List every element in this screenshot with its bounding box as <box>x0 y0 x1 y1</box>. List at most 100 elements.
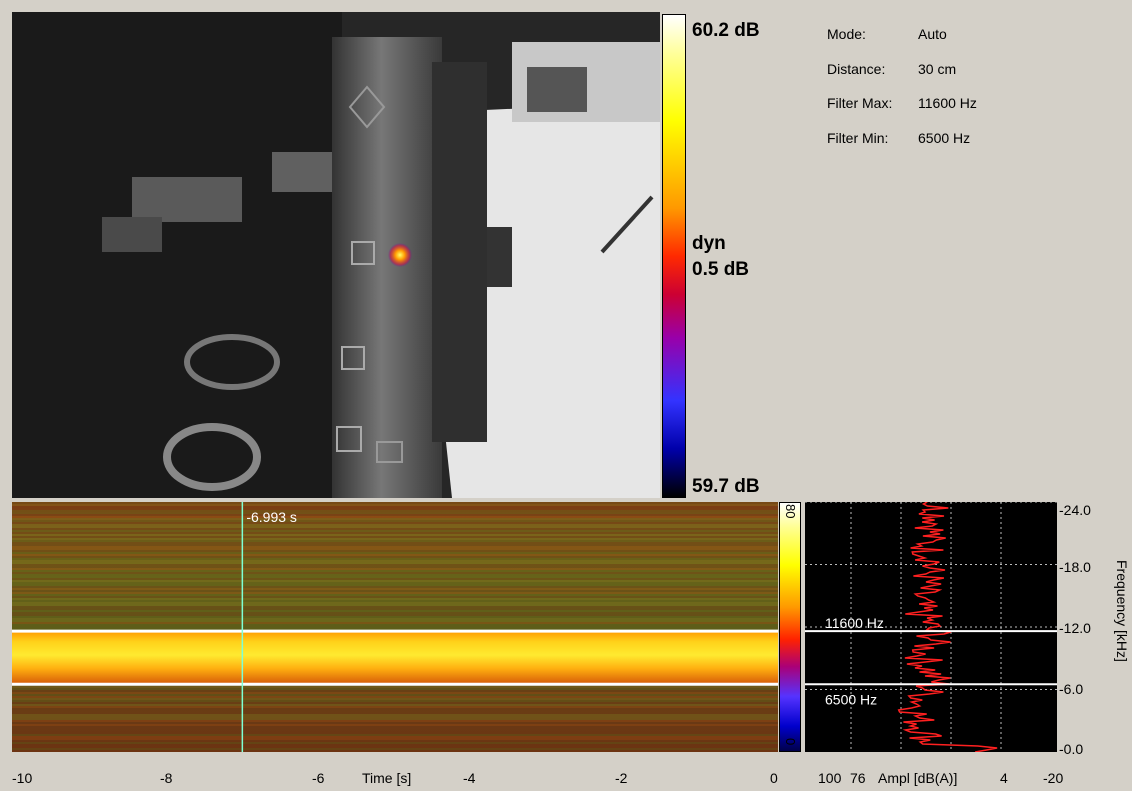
spectrogram-stripe <box>12 600 778 602</box>
spectrogram-stripe <box>12 710 778 712</box>
spectrogram-stripe <box>12 504 778 506</box>
spectrogram-stripe <box>12 614 778 616</box>
spectrogram-stripe <box>12 518 778 520</box>
spectrogram-stripe <box>12 734 778 736</box>
spectrogram-stripe <box>12 714 778 716</box>
spectrum-filter-min-label: 6500 Hz <box>825 691 877 707</box>
spectrogram-stripe <box>12 696 778 698</box>
spectrum-filter-max-label: 11600 Hz <box>825 615 884 631</box>
time-tick: 0 <box>770 770 778 786</box>
spectrogram-stripe <box>12 566 778 568</box>
spectrogram-stripe <box>12 510 778 512</box>
spectrogram-stripe <box>12 702 778 704</box>
spectrogram-stripe <box>12 526 778 528</box>
spectrogram-stripe <box>12 574 778 576</box>
spectrogram-stripe <box>12 708 778 710</box>
spectrogram-stripe <box>12 728 778 730</box>
spectrogram-stripe <box>12 530 778 532</box>
time-tick: -2 <box>615 770 628 786</box>
info-distance-value: 30 cm <box>918 61 957 77</box>
spectrogram-stripe <box>12 584 778 586</box>
spectrogram-stripe <box>12 620 778 622</box>
spectrogram-stripe <box>12 694 778 696</box>
spectrogram-stripe <box>12 594 778 596</box>
spectrogram-stripe <box>12 604 778 606</box>
spectrogram-stripe <box>12 534 778 536</box>
time-axis-label: Time [s] <box>362 770 412 786</box>
spectrogram-stripe <box>12 580 778 582</box>
spectrogram-stripe <box>12 562 778 564</box>
info-filter-min-value: 6500 Hz <box>918 130 971 146</box>
spectrogram-stripe <box>12 550 778 552</box>
spectrogram-stripe <box>12 540 778 542</box>
spectrogram-stripe <box>12 692 778 694</box>
spectrogram-stripe <box>12 598 778 600</box>
spectrogram-stripe <box>12 522 778 524</box>
info-filter-max-value: 11600 Hz <box>918 95 977 111</box>
spectrogram-stripe <box>12 602 778 604</box>
ampl-tick: -20 <box>1043 770 1064 786</box>
spectrogram-stripe <box>12 722 778 724</box>
spectrogram-stripe <box>12 578 778 580</box>
spectrogram-stripe <box>12 596 778 598</box>
spectrogram-stripe <box>12 704 778 706</box>
spectrogram-stripe <box>12 546 778 548</box>
spectrogram-stripe <box>12 568 778 570</box>
colorbar-min-label: 59.7 dB <box>692 476 760 497</box>
spectrogram-stripe <box>12 572 778 574</box>
freq-tick: -6.0 <box>1059 681 1084 697</box>
freq-tick: -24.0 <box>1059 502 1091 518</box>
spectrum-plot[interactable]: 11600 Hz 6500 Hz <box>805 502 1057 752</box>
info-filter-min-key: Filter Min: <box>827 130 889 146</box>
spectrogram-stripe <box>12 700 778 702</box>
spectrogram-stripe <box>12 554 778 556</box>
spectrogram-stripe <box>12 718 778 720</box>
spectrogram-stripe <box>12 626 778 628</box>
spectrogram-stripe <box>12 542 778 544</box>
spectrogram-stripe <box>12 622 778 624</box>
spectrogram-stripe <box>12 746 778 748</box>
spectrogram-stripe <box>12 590 778 592</box>
spectrogram-stripe <box>12 730 778 732</box>
spectrogram-stripe <box>12 612 778 614</box>
spectrogram-stripe <box>12 532 778 534</box>
spectrogram-stripe <box>12 716 778 718</box>
spectrogram-stripe <box>12 592 778 594</box>
spectrogram-stripe <box>12 732 778 734</box>
spectrogram[interactable]: -6.993 s <box>12 502 778 752</box>
spectrogram-stripe <box>12 570 778 572</box>
time-tick: -4 <box>463 770 476 786</box>
spectrogram-stripe <box>12 520 778 522</box>
ampl-tick: 76 <box>850 770 866 786</box>
spectrogram-colorbar <box>779 502 801 752</box>
spectrogram-stripe <box>12 712 778 714</box>
spectrogram-stripe <box>12 536 778 538</box>
spectrogram-stripe <box>12 690 778 692</box>
info-mode-key: Mode: <box>827 26 866 42</box>
freq-tick: -0.0 <box>1059 741 1084 757</box>
time-tick: -10 <box>12 770 33 786</box>
spectrogram-filter-band <box>12 631 778 685</box>
spectrogram-stripe <box>12 512 778 514</box>
spectrogram-stripe <box>12 740 778 742</box>
spectrogram-stripe <box>12 506 778 508</box>
spectrogram-stripe <box>12 552 778 554</box>
spectrogram-stripe <box>12 736 778 738</box>
spectrogram-stripe <box>12 720 778 722</box>
spectrogram-stripe <box>12 738 778 740</box>
time-tick: -8 <box>160 770 173 786</box>
info-distance-key: Distance: <box>827 61 886 77</box>
spectrogram-stripe <box>12 742 778 744</box>
time-tick: -6 <box>312 770 325 786</box>
spectrogram-stripe <box>12 748 778 750</box>
spectrogram-colorbar-top: 80 <box>783 504 798 519</box>
camera-view[interactable] <box>12 12 660 498</box>
spectrogram-stripe <box>12 616 778 618</box>
spectrogram-stripe <box>12 750 778 752</box>
spectrogram-stripe <box>12 502 778 504</box>
spectrogram-stripe <box>12 558 778 560</box>
spectrogram-stripe <box>12 724 778 726</box>
colorbar-dyn-label: dyn <box>692 233 726 254</box>
spectrogram-stripe <box>12 610 778 612</box>
info-filter-max-key: Filter Max: <box>827 95 893 111</box>
